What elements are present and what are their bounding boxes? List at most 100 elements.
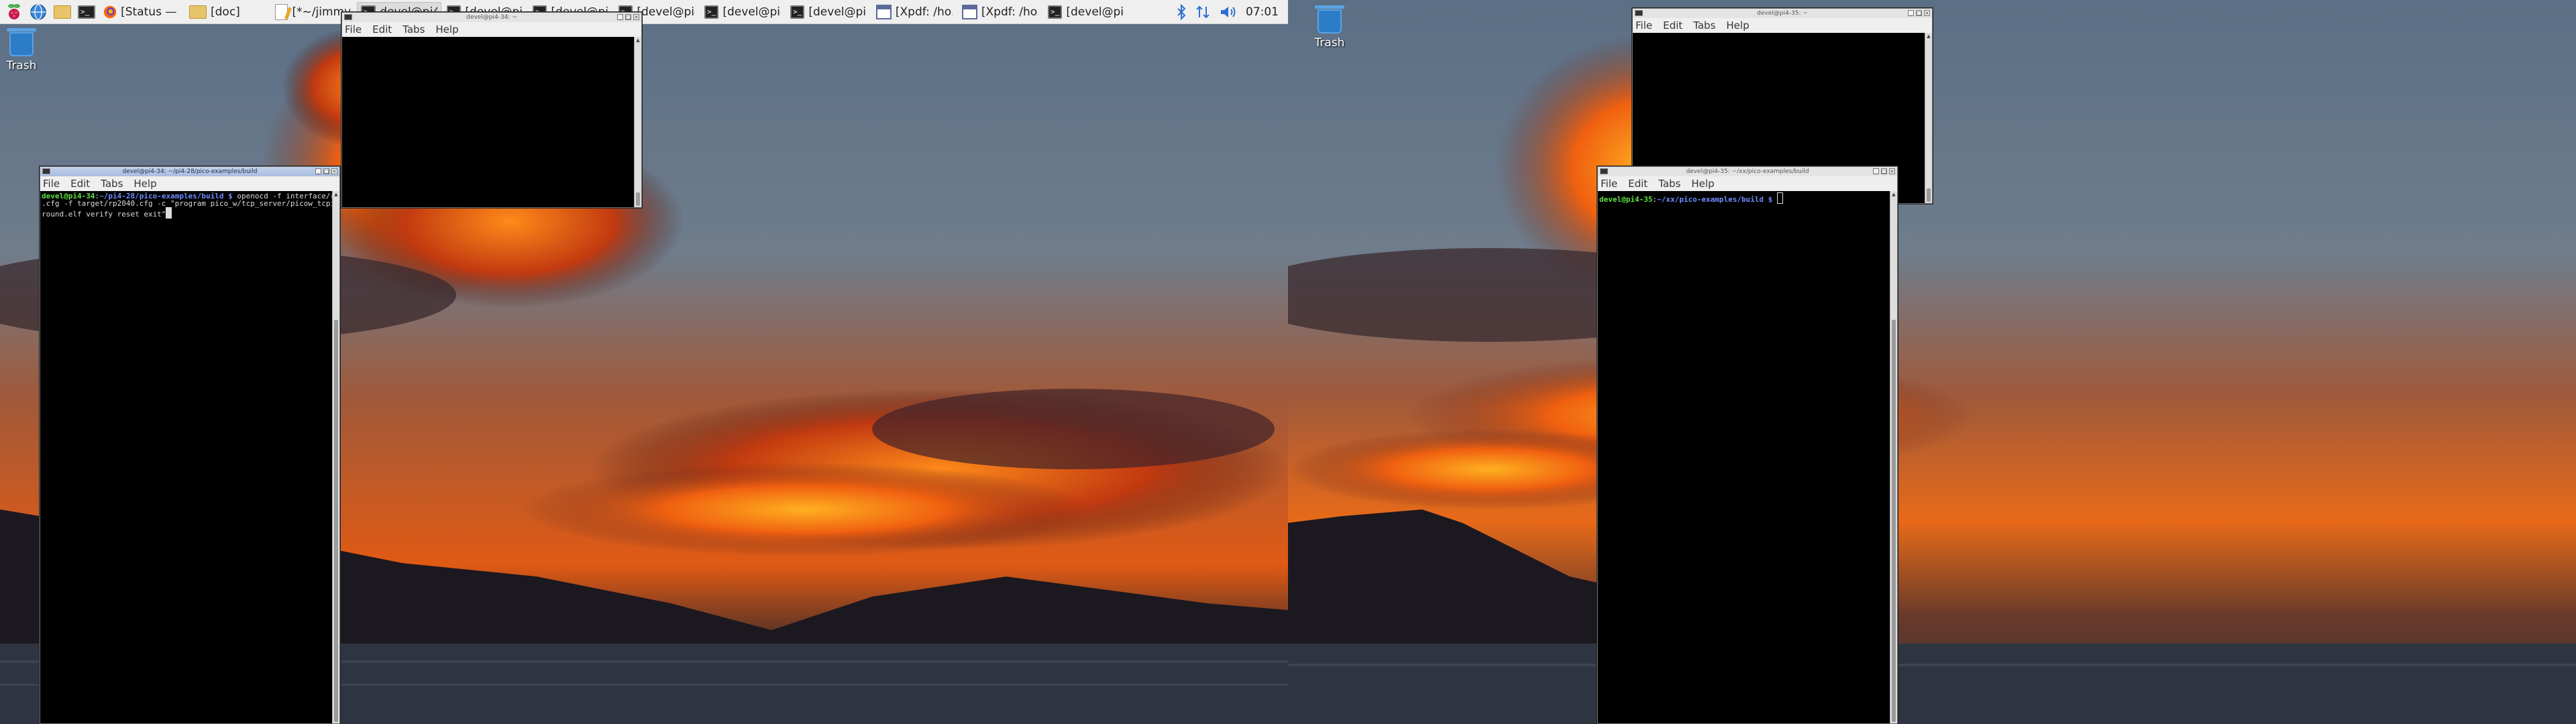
window-title: devel@pi4-34: ~ <box>466 14 517 21</box>
menu-tabs[interactable]: Tabs <box>101 178 123 190</box>
menu-help[interactable]: Help <box>1726 19 1749 32</box>
close-button[interactable]: × <box>1924 10 1930 16</box>
terminal-icon: >_ <box>790 5 805 19</box>
task-label: [Xpdf: /ho... <box>981 5 1038 19</box>
trash-label: Trash <box>1314 36 1345 50</box>
scroll-up-arrow-icon[interactable]: ▲ <box>635 38 641 43</box>
trash-desktop-icon[interactable]: Trash <box>0 28 43 72</box>
task-label: [devel@pi4... <box>808 5 867 19</box>
menu-tabs[interactable]: Tabs <box>1658 178 1680 190</box>
menu-edit[interactable]: Edit <box>372 23 392 36</box>
task-firefox[interactable]: [Status — ... <box>99 2 184 22</box>
menu-help[interactable]: Help <box>133 178 156 190</box>
menu-edit[interactable]: Edit <box>70 178 90 190</box>
maximize-button[interactable]: □ <box>1881 168 1887 174</box>
window-titlebar[interactable]: devel@pi4-34: ~ _ □ × <box>342 13 641 22</box>
terminal-output[interactable]: devel@pi4-34:~/pi4-28/pico-examples/buil… <box>40 191 332 723</box>
window-titlebar[interactable]: devel@pi4-34: ~/pi4-28/pico-examples/bui… <box>40 167 339 176</box>
task-label: [Xpdf: /ho... <box>895 5 953 19</box>
minimize-button[interactable]: _ <box>315 168 321 174</box>
scrollbar[interactable]: ▲ <box>332 191 339 723</box>
scrollbar-thumb[interactable] <box>1927 188 1931 202</box>
menu-file[interactable]: File <box>345 23 362 36</box>
menu-file[interactable]: File <box>1635 19 1652 32</box>
scroll-up-arrow-icon[interactable]: ▲ <box>1891 192 1896 197</box>
task-doc-folder[interactable]: [doc] <box>185 2 270 22</box>
clock[interactable]: 07:01 <box>1246 5 1279 19</box>
close-button[interactable]: × <box>331 168 337 174</box>
menu-tabs[interactable]: Tabs <box>402 23 425 36</box>
task-terminal[interactable]: >_ [devel@pi4... <box>700 2 785 22</box>
menu-help[interactable]: Help <box>1691 178 1714 190</box>
terminal-window[interactable]: devel@pi4-34: ~/pi4-28/pico-examples/bui… <box>40 166 340 724</box>
folder-icon <box>54 5 71 19</box>
scrollbar[interactable]: ▲ <box>1890 191 1897 723</box>
close-button[interactable]: × <box>633 14 639 20</box>
terminal-launcher[interactable]: >_ <box>75 1 98 23</box>
scrollbar-thumb[interactable] <box>1892 320 1896 722</box>
maximize-button[interactable]: □ <box>1916 10 1922 16</box>
menu-bar: File Edit Tabs Help <box>342 22 641 37</box>
menu-tabs[interactable]: Tabs <box>1693 19 1715 32</box>
terminal-output[interactable] <box>342 37 634 207</box>
trash-icon <box>1315 5 1344 34</box>
task-label: [doc] <box>211 5 240 19</box>
close-button[interactable]: × <box>1889 168 1895 174</box>
scrollbar-thumb[interactable] <box>334 320 338 722</box>
bluetooth-icon[interactable] <box>1176 3 1187 20</box>
window-title: devel@pi4-34: ~/pi4-28/pico-examples/bui… <box>122 168 258 175</box>
command-text-end: round.elf verify reset exit" <box>42 210 166 219</box>
menu-help[interactable]: Help <box>435 23 458 36</box>
scrollbar-thumb[interactable] <box>636 192 640 206</box>
folder-icon <box>189 5 207 19</box>
trash-desktop-icon[interactable]: Trash <box>1308 5 1351 50</box>
network-arrows-icon[interactable] <box>1195 4 1211 20</box>
terminal-icon <box>1600 168 1608 174</box>
window-titlebar[interactable]: devel@pi4-35: ~ _ □ × <box>1633 9 1932 18</box>
command-text-continued: .cfg -f target/rp2040.cfg -c "program pi… <box>42 199 332 208</box>
terminal-icon <box>344 14 352 20</box>
scroll-up-arrow-icon[interactable]: ▲ <box>1926 34 1931 39</box>
scroll-up-arrow-icon[interactable]: ▲ <box>333 192 339 197</box>
prompt-end: $ <box>1764 195 1777 204</box>
terminal-window[interactable]: devel@pi4-35: ~/xx/pico-examples/build _… <box>1597 166 1898 724</box>
scrollbar[interactable]: ▲ <box>634 37 641 207</box>
terminal-icon <box>42 168 50 174</box>
prompt-path: ~/xx/pico-examples/build <box>1657 195 1764 204</box>
system-tray: 07:01 <box>1176 3 1288 20</box>
maximize-button[interactable]: □ <box>323 168 329 174</box>
text-cursor <box>166 207 172 219</box>
window-titlebar[interactable]: devel@pi4-35: ~/xx/pico-examples/build _… <box>1598 167 1897 176</box>
task-xpdf[interactable]: [Xpdf: /ho... <box>872 2 957 22</box>
trash-icon <box>7 28 36 56</box>
task-label: [devel@pi4... <box>722 5 781 19</box>
menu-edit[interactable]: Edit <box>1663 19 1682 32</box>
minimize-button[interactable]: _ <box>1873 168 1879 174</box>
maximize-button[interactable]: □ <box>625 14 631 20</box>
terminal-window[interactable]: devel@pi4-34: ~ _ □ × File Edit Tabs Hel… <box>341 12 642 208</box>
command-line: round.elf verify reset exit" <box>42 207 331 219</box>
menu-edit[interactable]: Edit <box>1628 178 1648 190</box>
task-terminal[interactable]: >_ [devel@pi4... <box>786 2 871 22</box>
prompt-user: devel@pi4-35 <box>1599 195 1653 204</box>
minimize-button[interactable]: _ <box>617 14 623 20</box>
task-label: [devel@pi4... <box>637 5 695 19</box>
terminal-icon: >_ <box>704 5 719 19</box>
terminal-icon: >_ <box>1048 5 1063 19</box>
raspberry-menu-button[interactable] <box>3 1 25 23</box>
menu-file[interactable]: File <box>43 178 60 190</box>
terminal-icon <box>1635 10 1643 16</box>
window-title: devel@pi4-35: ~ <box>1757 10 1808 17</box>
globe-icon <box>30 3 46 20</box>
trash-label: Trash <box>6 59 37 72</box>
file-manager-launcher[interactable] <box>51 1 74 23</box>
minimize-button[interactable]: _ <box>1908 10 1914 16</box>
text-editor-icon <box>275 3 288 20</box>
web-browser-launcher[interactable] <box>27 1 50 23</box>
terminal-output[interactable]: devel@pi4-35:~/xx/pico-examples/build $ <box>1598 191 1890 723</box>
task-xpdf[interactable]: [Xpdf: /ho... <box>958 2 1042 22</box>
menu-file[interactable]: File <box>1601 178 1617 190</box>
task-terminal[interactable]: >_ [devel@pi4... <box>1044 2 1128 22</box>
scrollbar[interactable]: ▲ <box>1925 33 1932 203</box>
volume-icon[interactable] <box>1219 4 1238 20</box>
